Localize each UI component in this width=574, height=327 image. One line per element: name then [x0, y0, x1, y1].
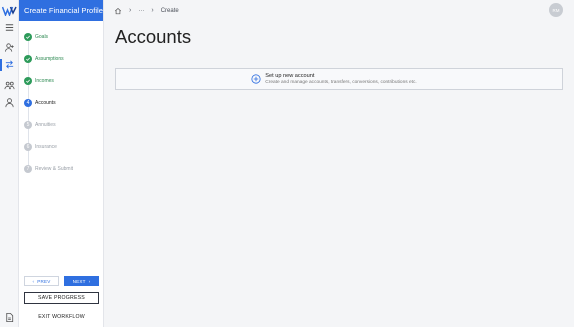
step-number: 5 — [24, 120, 32, 129]
step-review-submit[interactable]: 7 Review & Submit — [24, 164, 73, 173]
chevron-right-icon: › — [129, 7, 132, 14]
step-label: Review & Submit — [35, 165, 74, 172]
panel-title: Create Financial Profile — [19, 0, 103, 21]
icon-rail — [0, 0, 19, 327]
step-label: Insurance — [35, 143, 57, 150]
step-label: Incomes — [35, 77, 54, 84]
step-incomes[interactable]: Incomes — [24, 76, 54, 85]
next-label: NEXT — [72, 278, 86, 284]
transfer-icon[interactable] — [4, 59, 15, 70]
card-title: Set up new account — [265, 73, 315, 79]
exit-workflow-button[interactable]: EXIT WORKFLOW — [24, 312, 99, 321]
main-content: › ··· › Create RM Accounts Set up new ac… — [104, 0, 574, 327]
home-icon[interactable] — [114, 7, 122, 15]
step-goals[interactable]: Goals — [24, 32, 48, 41]
step-label: Accounts — [35, 99, 56, 106]
page-title: Accounts — [115, 26, 192, 47]
brand-logo[interactable] — [1, 3, 17, 18]
avatar[interactable]: RM — [549, 3, 563, 17]
step-label: Assumptions — [35, 55, 64, 62]
step-number: 7 — [24, 164, 32, 173]
user-icon[interactable] — [4, 97, 15, 108]
step-annuities[interactable]: 5 Annuities — [24, 120, 56, 129]
check-icon — [24, 32, 32, 41]
add-circle-icon — [251, 74, 261, 84]
save-progress-button[interactable]: SAVE PROGRESS — [24, 292, 99, 304]
setup-account-card[interactable]: Set up new account Create and manage acc… — [115, 68, 563, 90]
step-label: Annuities — [35, 121, 56, 128]
chevron-right-icon: › — [151, 7, 154, 14]
next-button[interactable]: NEXT › — [64, 276, 99, 286]
prev-button[interactable]: ‹ PREV — [24, 276, 59, 286]
group-icon[interactable] — [4, 80, 15, 91]
menu-icon[interactable] — [4, 22, 15, 33]
prev-label: PREV — [37, 278, 51, 284]
check-icon — [24, 76, 32, 85]
nav-buttons: ‹ PREV NEXT › — [24, 276, 99, 286]
check-icon — [24, 54, 32, 63]
step-accounts[interactable]: 4 Accounts — [24, 98, 56, 107]
card-subtitle: Create and manage accounts, transfers, c… — [265, 80, 417, 85]
step-number: 4 — [24, 98, 32, 107]
stepper-panel: Create Financial Profile Goals Assumptio… — [19, 0, 104, 327]
active-indicator — [0, 59, 2, 71]
breadcrumb-current: Create — [160, 7, 179, 14]
step-assumptions[interactable]: Assumptions — [24, 54, 64, 63]
breadcrumb: › ··· › Create — [104, 0, 574, 21]
document-icon[interactable] — [4, 312, 15, 323]
breadcrumb-ellipsis[interactable]: ··· — [138, 8, 144, 14]
add-user-icon[interactable] — [4, 42, 15, 53]
step-label: Goals — [35, 33, 49, 40]
step-insurance[interactable]: 6 Insurance — [24, 142, 57, 151]
step-number: 6 — [24, 142, 32, 151]
chevron-left-icon: ‹ — [32, 278, 35, 284]
chevron-right-icon: › — [88, 278, 91, 284]
